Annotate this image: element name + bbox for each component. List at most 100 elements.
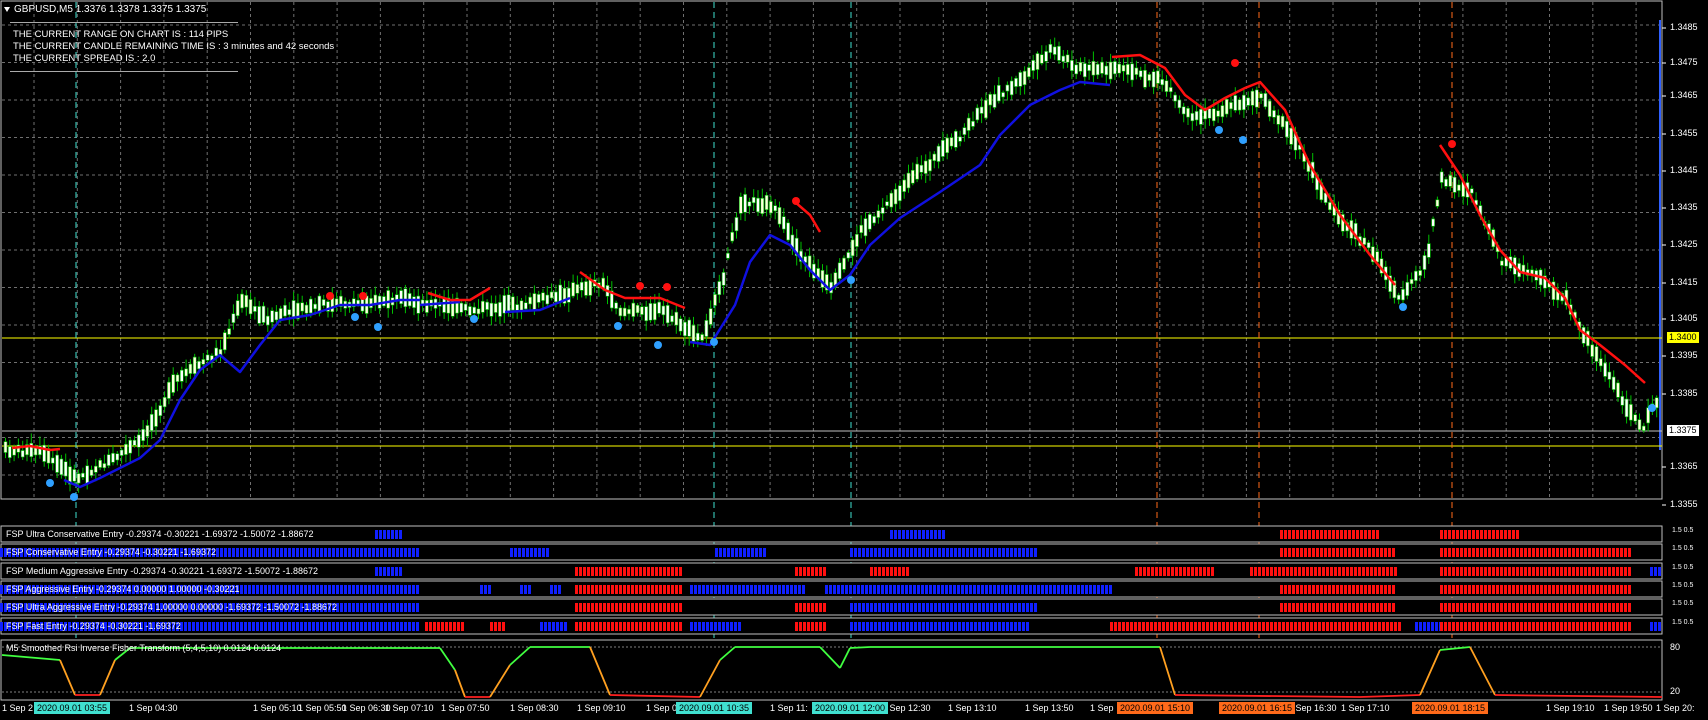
fsp-bar — [1210, 622, 1213, 631]
fsp-bar — [1444, 548, 1447, 557]
fsp-bar — [412, 548, 415, 557]
fsp-bar — [1002, 622, 1005, 631]
fsp-bar — [376, 603, 379, 612]
fsp-bar — [591, 622, 594, 631]
candle-body — [1276, 115, 1281, 125]
time-axis-label: 1 Sep 16:30 — [1288, 703, 1337, 713]
candle-body — [880, 207, 885, 214]
candle-body — [227, 328, 231, 335]
candle-body — [786, 222, 790, 241]
fsp-bar — [901, 585, 904, 594]
fsp-bar — [906, 567, 909, 576]
candle-body — [1427, 243, 1431, 258]
time-axis-label: 1 Sep 13:10 — [948, 703, 997, 713]
fsp-bar — [858, 603, 861, 612]
fsp-bar — [240, 548, 243, 557]
fsp-bar — [1548, 567, 1551, 576]
candle-body — [1280, 115, 1285, 128]
candle-body — [867, 214, 872, 230]
candle-body — [1452, 176, 1457, 193]
candle-body — [1048, 43, 1053, 53]
candle-body — [420, 299, 425, 305]
fsp-bar — [232, 548, 235, 557]
fsp-bar — [232, 622, 235, 631]
fsp-bar — [1480, 567, 1483, 576]
fsp-bar — [1596, 567, 1599, 576]
info-remaining: THE CURRENT CANDLE REMAINING TIME IS : 3… — [13, 41, 335, 52]
fsp-bar — [898, 622, 901, 631]
fsp-bar — [675, 603, 678, 612]
candle-body — [893, 188, 898, 205]
fsp-bar — [675, 622, 678, 631]
fsp-bar — [1548, 603, 1551, 612]
candle-body — [734, 217, 739, 232]
fsp-bar — [1328, 603, 1331, 612]
candle-body — [132, 439, 137, 446]
fsp-bar — [942, 622, 945, 631]
candle-body — [1633, 414, 1637, 422]
fsp-bar — [619, 567, 622, 576]
candle-body — [480, 300, 485, 313]
fsp-bar — [1500, 603, 1503, 612]
fsp-bar — [694, 585, 697, 594]
fsp-bar — [845, 585, 848, 594]
candle-body — [463, 303, 468, 311]
fsp-bar — [914, 530, 917, 539]
fsp-bar — [1500, 622, 1503, 631]
fsp-bar — [1073, 585, 1076, 594]
fsp-bar — [914, 622, 917, 631]
fsp-bar — [1484, 622, 1487, 631]
candle-body — [674, 311, 679, 326]
fsp-bar — [1368, 603, 1371, 612]
fsp-bar — [1556, 548, 1559, 557]
fsp-bar — [1171, 567, 1174, 576]
fsp-bar — [698, 585, 701, 594]
fsp-bar — [395, 567, 398, 576]
fsp-bar — [651, 622, 654, 631]
fsp-bar — [1576, 548, 1579, 557]
fsp-bar — [1540, 567, 1543, 576]
fsp-bar — [1328, 585, 1331, 594]
fsp-bar — [998, 548, 1001, 557]
candle-body — [274, 311, 279, 321]
indicator-label-ultra-conservative: FSP Ultra Conservative Entry -0.29374 -0… — [6, 529, 314, 539]
candle-body — [1439, 171, 1444, 183]
fsp-bar — [861, 585, 864, 594]
fsp-bar — [986, 548, 989, 557]
fsp-bar — [196, 622, 199, 631]
fsp-bar — [690, 585, 693, 594]
fsp-bar — [974, 622, 977, 631]
fsp-bar — [1620, 548, 1623, 557]
fsp-bar — [1270, 567, 1273, 576]
fsp-bar — [1320, 548, 1323, 557]
fsp-bar — [1364, 530, 1367, 539]
candle-body — [1181, 106, 1186, 115]
candle-body — [145, 425, 150, 437]
fsp-bar — [320, 548, 323, 557]
fsp-bar — [942, 603, 945, 612]
candle-body — [184, 368, 188, 377]
fsp-bar — [1628, 603, 1631, 612]
fsp-scale-label: 1.5 0.5 — [1672, 619, 1694, 626]
fsp-bar — [556, 622, 559, 631]
fsp-bar — [734, 622, 737, 631]
candle-body — [248, 299, 253, 315]
candle-body — [923, 160, 928, 174]
fsp-bar — [1089, 585, 1092, 594]
fsp-bar — [1298, 567, 1301, 576]
candle-body — [614, 302, 618, 309]
fsp-bar — [1492, 548, 1495, 557]
fsp-bar — [490, 622, 493, 631]
fsp-bar — [587, 622, 590, 631]
fsp-bar — [252, 585, 255, 594]
candle-body — [717, 281, 722, 295]
fsp-bar — [1340, 530, 1343, 539]
fsp-bar — [296, 622, 299, 631]
fsp-bar — [957, 585, 960, 594]
fsp-bar — [1348, 603, 1351, 612]
fsp-bar — [762, 585, 765, 594]
fsp-bar — [655, 585, 658, 594]
candle-body — [1040, 54, 1044, 64]
fsp-bar — [534, 548, 537, 557]
fsp-bar — [416, 548, 419, 557]
